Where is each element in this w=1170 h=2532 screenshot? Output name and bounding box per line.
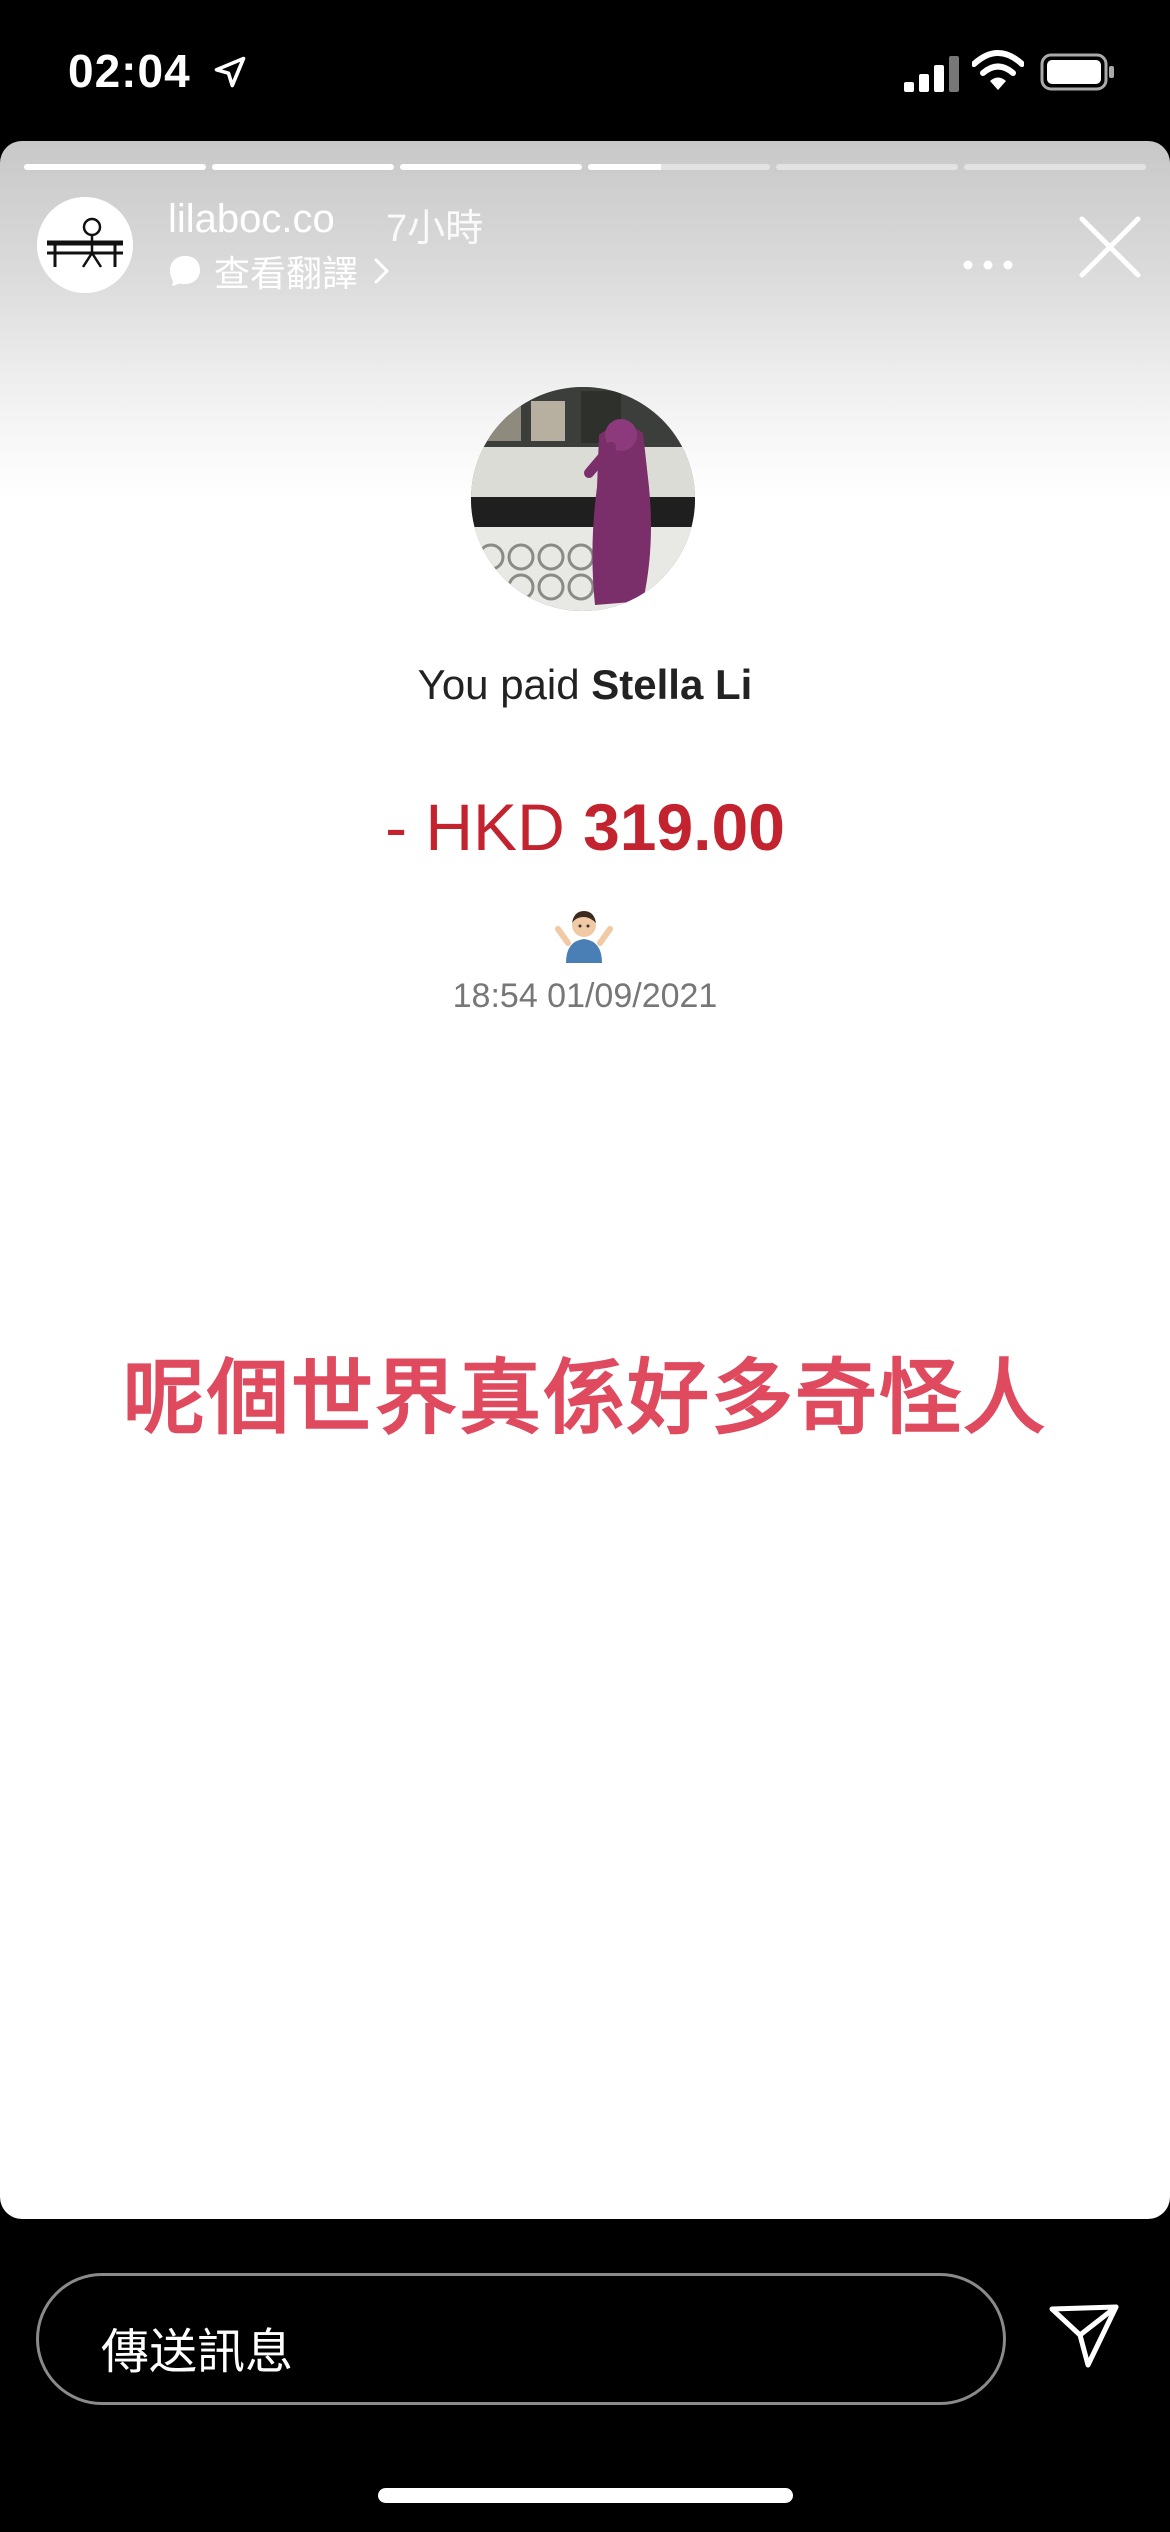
signal-icon bbox=[904, 56, 959, 92]
status-time: 02:04 bbox=[68, 45, 191, 97]
progress-segment bbox=[212, 164, 394, 170]
story-caption: 呢個世界真係好多奇怪人 bbox=[122, 1353, 1047, 1444]
progress-segment-fill bbox=[24, 164, 206, 170]
message-placeholder: 傳送訊息 bbox=[101, 2326, 294, 2379]
progress-segment bbox=[964, 164, 1146, 170]
progress-segment bbox=[400, 164, 582, 170]
story-time-ago: 7小時 bbox=[386, 208, 484, 250]
payment-amount: - HKD 319.00 bbox=[0, 789, 1170, 865]
status-bar: 02:04 bbox=[0, 0, 1170, 140]
profile-avatar[interactable] bbox=[37, 197, 133, 293]
location-arrow-icon bbox=[214, 56, 246, 88]
amount-currency: - HKD bbox=[385, 790, 584, 864]
home-indicator bbox=[378, 2488, 793, 2503]
close-icon[interactable] bbox=[1076, 213, 1144, 281]
chevron-right-icon bbox=[374, 258, 389, 284]
payee-profile-photo bbox=[471, 387, 695, 611]
wifi-icon bbox=[972, 50, 1024, 90]
payment-prefix: You paid bbox=[417, 661, 592, 708]
person-shrugging-emoji bbox=[555, 911, 613, 963]
payment-datetime: 18:54 01/09/2021 bbox=[452, 977, 718, 1015]
speech-bubble-icon bbox=[170, 256, 200, 286]
more-horizontal-icon[interactable] bbox=[960, 237, 1016, 293]
story-progress-bar bbox=[24, 164, 1146, 170]
amount-value: 319.00 bbox=[583, 790, 785, 864]
progress-segment bbox=[588, 164, 770, 170]
see-translation-link[interactable]: 查看翻譯 bbox=[168, 245, 392, 297]
progress-segment bbox=[24, 164, 206, 170]
payment-summary: You paid Stella Li bbox=[0, 661, 1170, 709]
story-card[interactable]: lilaboc.co 7小時 查看翻譯 You paid Stella Li -… bbox=[0, 141, 1170, 2219]
progress-segment bbox=[776, 164, 958, 170]
message-input[interactable]: 傳送訊息 bbox=[36, 2273, 1006, 2405]
progress-segment-fill bbox=[400, 164, 582, 170]
payee-name: Stella Li bbox=[591, 661, 753, 708]
send-paper-plane-icon[interactable] bbox=[1048, 2303, 1120, 2369]
progress-segment-fill bbox=[588, 164, 661, 170]
battery-icon bbox=[1040, 53, 1114, 91]
story-username[interactable]: lilaboc.co bbox=[168, 197, 335, 242]
see-translation-label: 查看翻譯 bbox=[214, 253, 359, 294]
progress-segment-fill bbox=[212, 164, 394, 170]
